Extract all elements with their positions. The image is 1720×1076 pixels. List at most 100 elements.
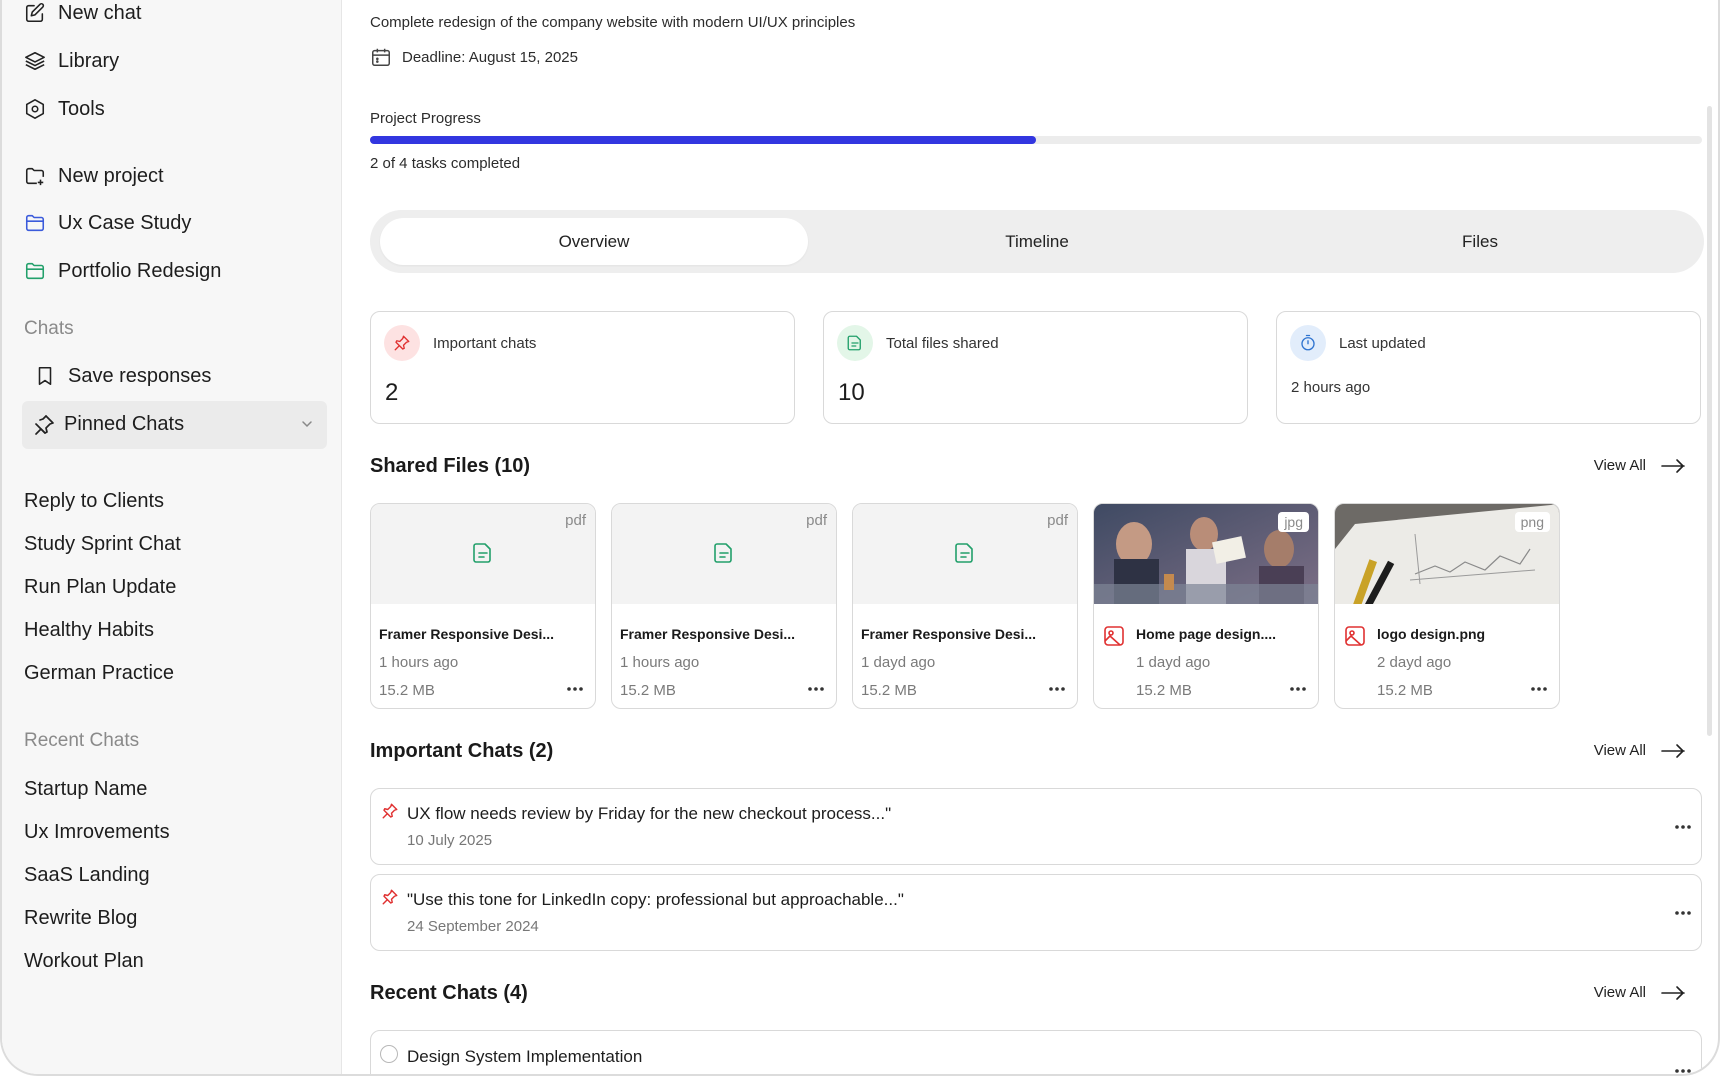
stat-card-last-updated: Last updated 2 hours ago [1276, 311, 1701, 424]
sidebar-item-new-chat[interactable]: New chat [24, 0, 141, 29]
bookmark-icon [38, 366, 52, 386]
sidebar-item-ux-case-study[interactable]: Ux Case Study [24, 207, 191, 239]
stat-icon-wrap [384, 325, 420, 361]
sidebar-item-tools[interactable]: Tools [24, 93, 105, 125]
sidebar: New chat Library Tools New project Ux Ca… [2, 0, 342, 1074]
deadline-text: Deadline: August 15, 2025 [402, 48, 578, 66]
file-time: 1 dayd ago [1136, 654, 1211, 671]
view-all-label: View All [1593, 984, 1646, 1001]
shared-files-view-all[interactable]: View All [1594, 457, 1686, 474]
file-time: 1 hours ago [620, 654, 700, 671]
file-extension: jpg [1278, 512, 1309, 532]
sidebar-item-label: Pinned Chats [64, 413, 185, 435]
progress-label: Project Progress [370, 110, 481, 127]
sidebar-item-label: Tools [58, 97, 105, 120]
file-card[interactable]: pdf Framer Responsive Desi... 1 dayd ago… [852, 503, 1078, 709]
edit-icon [25, 3, 45, 23]
timer-icon [1301, 334, 1315, 351]
more-icon[interactable] [565, 684, 585, 694]
sidebar-item-pinned-chats[interactable]: Pinned Chats [22, 401, 327, 449]
shared-files-title: Shared Files (10) [370, 455, 531, 477]
sidebar-item-label: New chat [58, 1, 142, 24]
important-chats-view-all[interactable]: View All [1594, 742, 1686, 759]
scrollbar[interactable] [1707, 106, 1712, 736]
sidebar-recent-chat[interactable]: Startup Name [24, 778, 147, 801]
file-card[interactable]: pdf Framer Responsive Desi... 1 hours ag… [611, 503, 837, 709]
file-card[interactable]: jpg Home page design.... 1 dayd ago 15.2… [1093, 503, 1319, 709]
more-icon[interactable] [806, 684, 826, 694]
progress-bar [370, 136, 1702, 144]
stat-card-total-files: Total files shared 10 [823, 311, 1248, 424]
sidebar-recent-chat[interactable]: SaaS Landing [24, 864, 150, 887]
folder-icon [25, 214, 45, 232]
more-icon[interactable] [1673, 909, 1693, 917]
recent-chat-row[interactable]: Design System Implementation [370, 1030, 1702, 1075]
sidebar-pinned-chat[interactable]: Study Sprint Chat [24, 533, 181, 556]
sidebar-item-portfolio-redesign[interactable]: Portfolio Redesign [24, 255, 221, 287]
chat-text: "Use this tone for LinkedIn copy: profes… [407, 890, 904, 909]
chat-date: 10 July 2025 [407, 832, 493, 849]
chat-text: Design System Implementation [407, 1047, 643, 1066]
app-window: New chat Library Tools New project Ux Ca… [0, 0, 1720, 1076]
pin-icon [382, 803, 398, 819]
tab-timeline[interactable]: Timeline [823, 218, 1251, 265]
progress-text: 2 of 4 tasks completed [370, 155, 521, 172]
important-chat-row[interactable]: UX flow needs review by Friday for the n… [370, 788, 1702, 865]
file-name: Framer Responsive Desi... [620, 626, 796, 642]
important-chats-title: Important Chats (2) [370, 740, 554, 762]
sidebar-pinned-chat[interactable]: Reply to Clients [24, 490, 164, 513]
file-time: 2 dayd ago [1377, 654, 1452, 671]
file-time: 1 dayd ago [861, 654, 936, 671]
stat-value: 2 hours ago [1291, 379, 1371, 396]
more-icon[interactable] [1047, 684, 1067, 694]
sidebar-item-label: Ux Case Study [58, 211, 192, 234]
file-extension: pdf [806, 512, 827, 529]
folder-icon [25, 262, 45, 280]
file-size: 15.2 MB [861, 682, 917, 699]
sidebar-item-save-responses[interactable]: Save responses [34, 360, 211, 392]
stat-value: 10 [838, 379, 865, 406]
pin-icon [35, 415, 54, 435]
view-all-label: View All [1593, 457, 1646, 474]
tab-files[interactable]: Files [1266, 218, 1694, 265]
image-thumbnail: jpg [1094, 504, 1318, 604]
sidebar-recent-chat[interactable]: Workout Plan [24, 950, 144, 973]
sidebar-item-label: New project [58, 164, 164, 187]
file-name: Framer Responsive Desi... [861, 626, 1037, 642]
tab-overview[interactable]: Overview [380, 218, 808, 265]
file-name: Framer Responsive Desi... [379, 626, 555, 642]
arrow-right-icon [1661, 743, 1685, 758]
sidebar-recent-chat[interactable]: Rewrite Blog [24, 907, 137, 930]
pin-icon [394, 335, 410, 351]
pin-icon [382, 889, 398, 905]
file-card[interactable]: pdf Framer Responsive Desi... 1 hours ag… [370, 503, 596, 709]
important-chat-row[interactable]: "Use this tone for LinkedIn copy: profes… [370, 874, 1702, 951]
file-name: logo design.png [1377, 626, 1486, 642]
more-icon[interactable] [1673, 1067, 1693, 1075]
more-icon[interactable] [1529, 684, 1549, 694]
stat-title: Important chats [433, 335, 537, 352]
file-extension: pdf [565, 512, 586, 529]
chevron-down-icon[interactable] [299, 416, 315, 432]
sidebar-item-library[interactable]: Library [24, 45, 119, 77]
sidebar-pinned-chat[interactable]: Healthy Habits [24, 619, 154, 642]
sidebar-pinned-chat[interactable]: Run Plan Update [24, 576, 176, 599]
calendar-icon [372, 48, 390, 66]
stat-value: 2 [385, 379, 399, 406]
sidebar-recent-chat[interactable]: Ux Imrovements [24, 821, 170, 844]
file-thumbnail: pdf [371, 504, 595, 604]
file-card[interactable]: png logo design.png 2 dayd ago 15.2 MB [1334, 503, 1560, 709]
layers-icon [25, 51, 45, 71]
arrow-right-icon [1661, 985, 1685, 1000]
stat-icon-wrap [1290, 325, 1326, 361]
project-deadline: Deadline: August 15, 2025 [370, 46, 578, 68]
more-icon[interactable] [1673, 823, 1693, 831]
stat-card-important-chats: Important chats 2 [370, 311, 795, 424]
sidebar-pinned-chat[interactable]: German Practice [24, 662, 174, 685]
status-circle-icon[interactable] [380, 1045, 398, 1063]
more-icon[interactable] [1288, 684, 1308, 694]
stat-title: Last updated [1339, 335, 1426, 352]
sidebar-item-new-project[interactable]: New project [24, 160, 164, 192]
sidebar-item-label: Save responses [68, 364, 212, 387]
recent-chats-view-all[interactable]: View All [1594, 984, 1686, 1001]
